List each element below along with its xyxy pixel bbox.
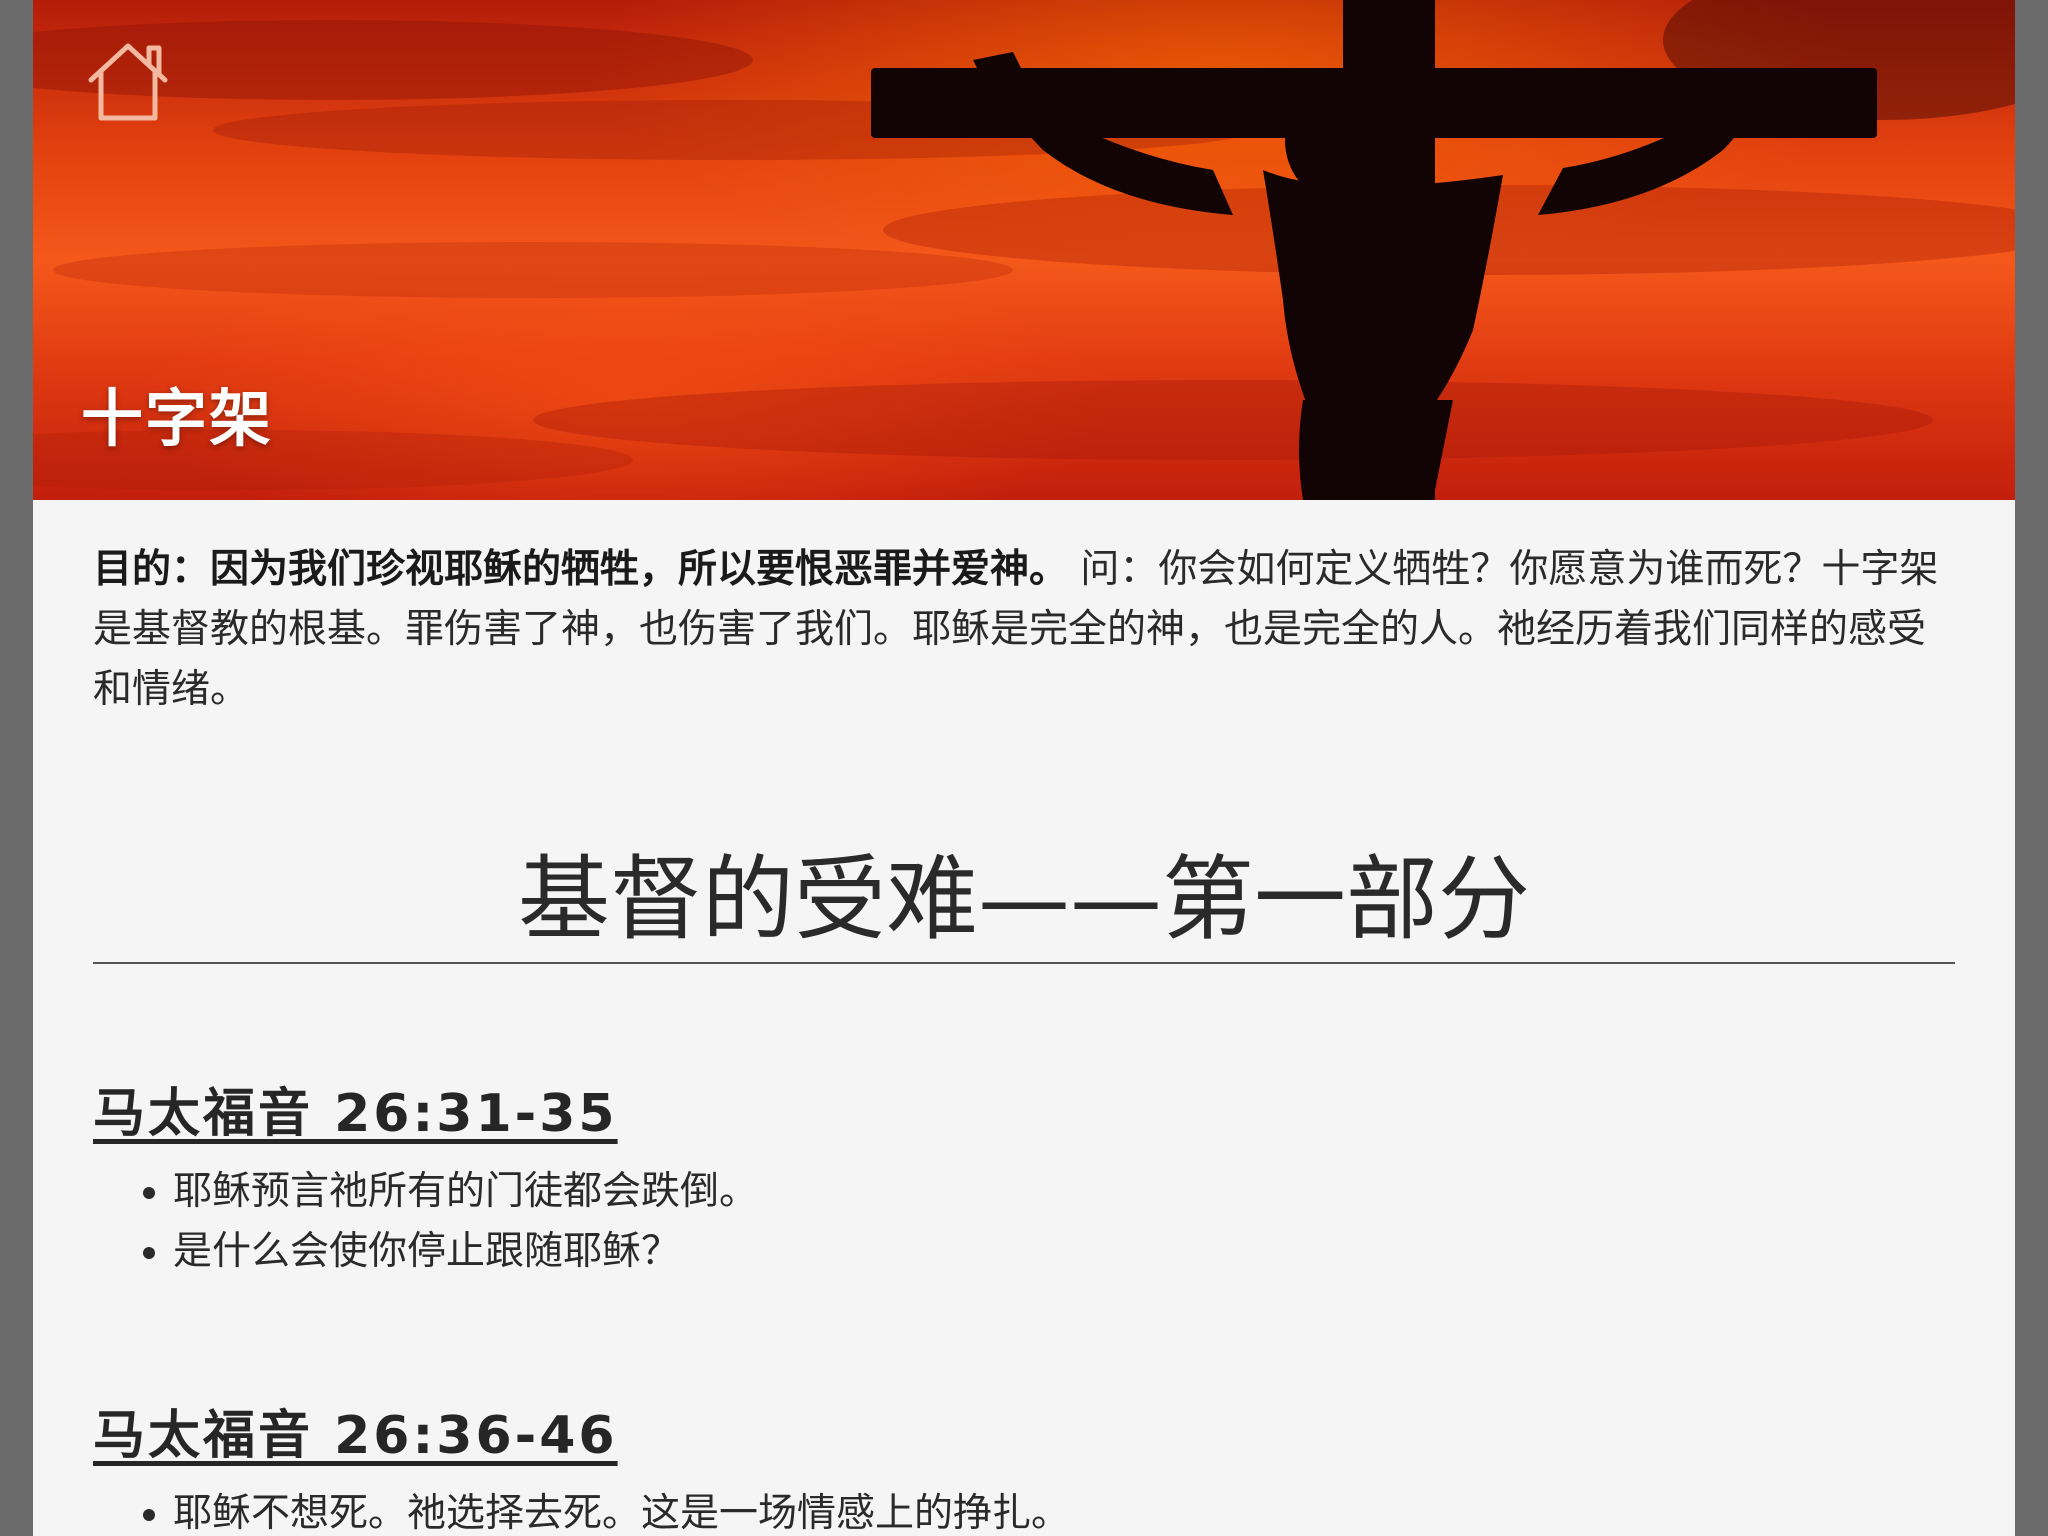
passage-reference-link[interactable]: 马太福音 26:31-35 [93,1080,618,1148]
passage-reference-link[interactable]: 马太福音 26:36-46 [93,1402,618,1470]
intro-paragraph: 目的：因为我们珍视耶稣的牺牲，所以要恨恶罪并爱神。 问：你会如何定义牺牲？你愿意… [93,540,1955,720]
hero-banner: 十字架 [33,0,2015,500]
section-divider [93,962,1955,964]
section-title: 基督的受难——第一部分 [517,846,1530,953]
passage-points: 耶稣预言祂所有的门徒都会跌倒。 是什么会使你停止跟随耶稣？ [93,1162,1955,1282]
purpose-statement: 目的：因为我们珍视耶稣的牺牲，所以要恨恶罪并爱神。 [93,547,1069,592]
passage-section: 马太福音 26:31-35 耶稣预言祂所有的门徒都会跌倒。 是什么会使你停止跟随… [93,1080,1955,1282]
list-item: 是什么会使你停止跟随耶稣？ [173,1222,1955,1282]
page-title: 十字架 [81,382,274,455]
passage-section: 马太福音 26:36-46 耶稣不想死。祂选择去死。这是一场情感上的挣扎。 [93,1402,1955,1536]
list-item: 耶稣不想死。祂选择去死。这是一场情感上的挣扎。 [173,1484,1955,1536]
main-content: 目的：因为我们珍视耶稣的牺牲，所以要恨恶罪并爱神。 问：你会如何定义牺牲？你愿意… [93,540,1955,1536]
list-item: 耶稣预言祂所有的门徒都会跌倒。 [173,1162,1955,1222]
crucifix-silhouette [871,0,1877,500]
page: 十字架 目的：因为我们珍视耶稣的牺牲，所以要恨恶罪并爱神。 问：你会如何定义牺牲… [33,0,2015,1536]
passage-points: 耶稣不想死。祂选择去死。这是一场情感上的挣扎。 [93,1484,1955,1536]
home-icon[interactable] [83,36,173,126]
